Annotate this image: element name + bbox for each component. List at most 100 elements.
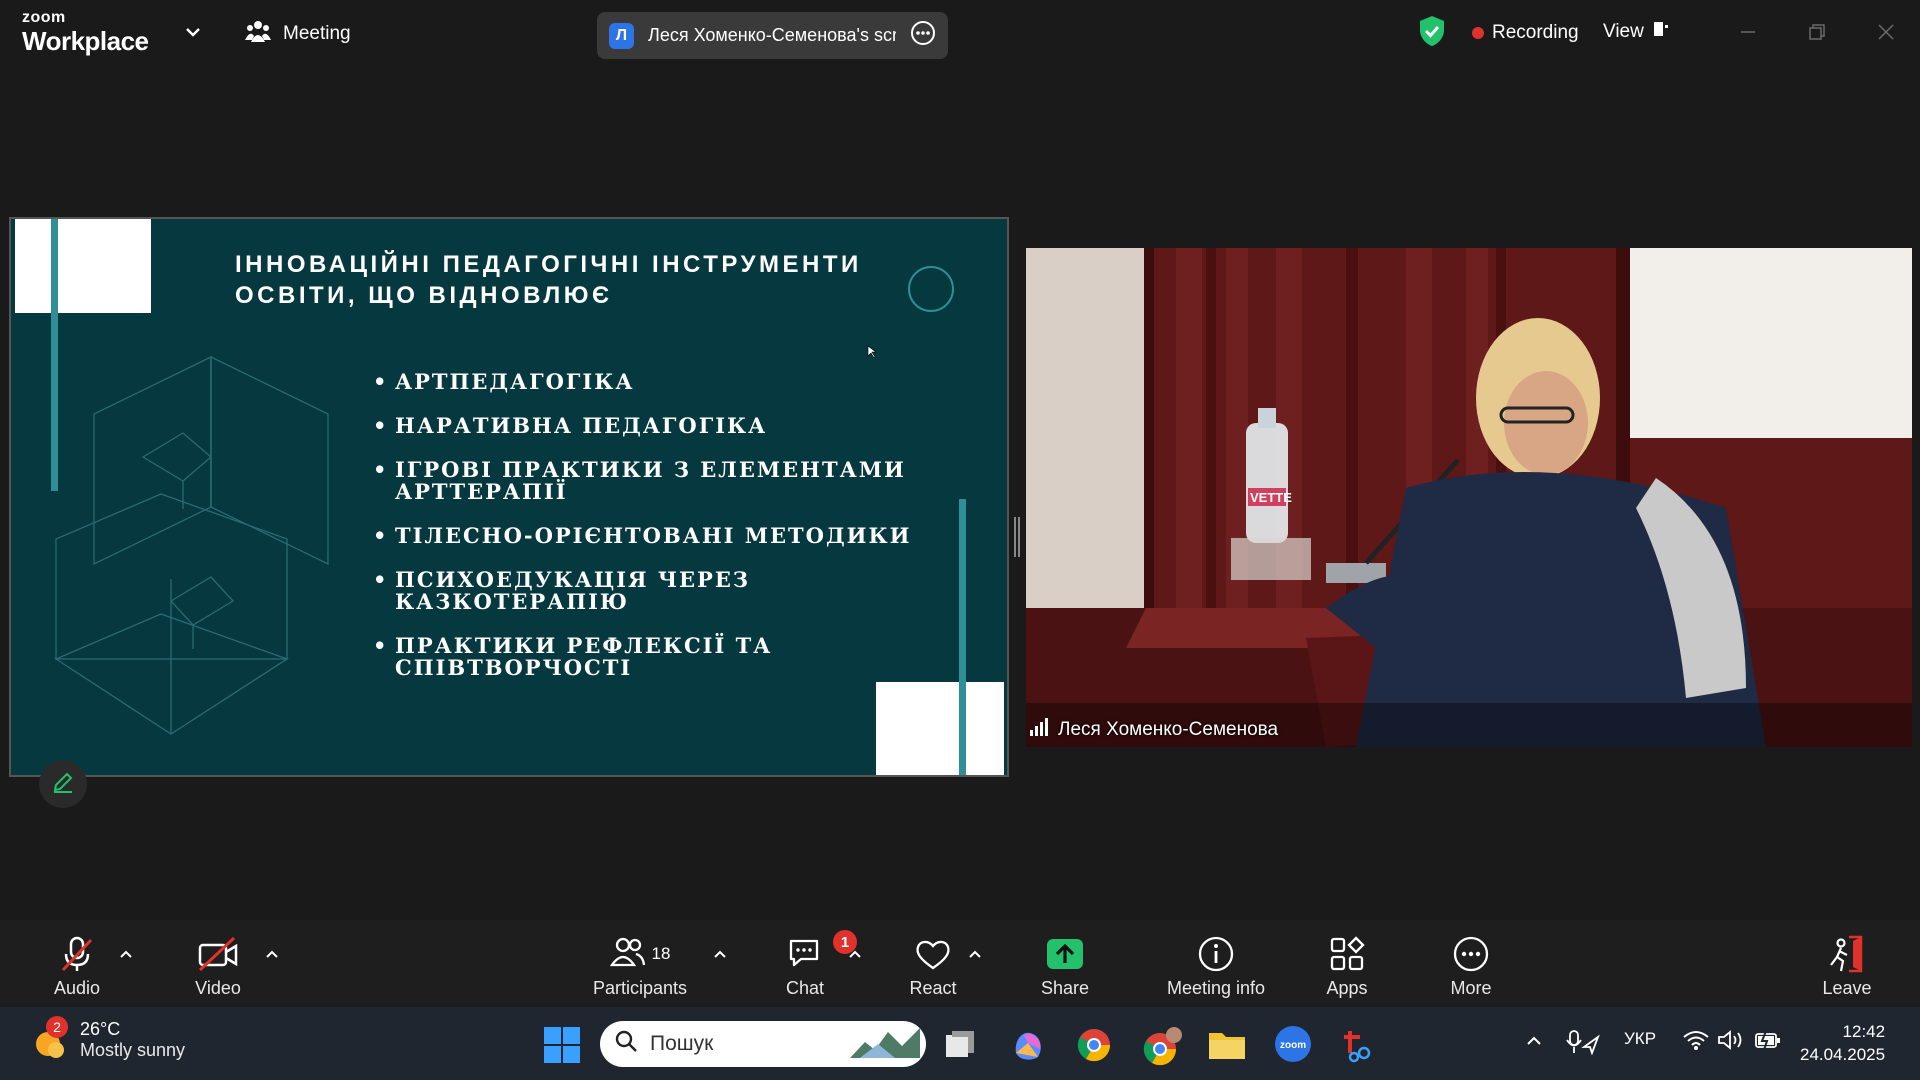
slide-bullet-list: АРТПЕДАГОГІКА НАРАТИВНА ПЕДАГОГІКА ІГРОВ… [373,371,973,701]
meeting-menu-button[interactable]: Meeting [245,18,351,50]
weather-widget[interactable]: 2 26°C Mostly sunny [28,1016,186,1061]
chat-icon-wrap: 1 [787,930,857,974]
mouse-cursor-icon [867,345,877,359]
chat-options-caret-icon[interactable] [846,946,864,964]
battery-icon[interactable] [1754,1029,1782,1056]
search-icon [614,1029,638,1059]
taskbar-clock[interactable]: 12:42 24.04.2025 [1800,1020,1885,1066]
copilot-icon[interactable] [1010,1027,1046,1068]
slide-bullet-item: ПСИХОЕДУКАЦІЯ ЧЕРЕЗ КАЗКОТЕРАПІЮ [373,569,973,613]
audio-button[interactable]: Audio [38,920,116,1007]
leave-icon [1827,934,1867,974]
more-dots-icon [1452,934,1490,974]
show-hidden-icons-icon[interactable] [1524,1031,1544,1056]
slide-title-line-1: ІННОВАЦІЙНІ ПЕДАГОГІЧНІ ІНСТРУМЕНТИ [235,251,862,278]
heart-icon [914,934,952,974]
annotate-button[interactable] [39,760,87,808]
video-label: Video [195,978,241,998]
apps-label: Apps [1326,978,1368,998]
react-button[interactable]: React [896,920,970,1007]
leave-label: Leave [1822,978,1872,998]
shared-slide[interactable]: ІННОВАЦІЙНІ ПЕДАГОГІЧНІ ІНСТРУМЕНТИ ОСВІ… [9,217,1009,777]
more-options-icon[interactable] [910,20,936,51]
weather-temperature: 26°C [80,1019,121,1039]
windows-start-icon[interactable] [544,1027,580,1068]
file-explorer-icon[interactable] [1208,1029,1246,1066]
participants-icon [609,935,646,974]
audio-options-caret-icon[interactable] [117,946,135,964]
logo-workplace-text: Workplace [22,26,149,56]
meeting-label: Meeting [283,23,351,44]
slide-title: ІННОВАЦІЙНІ ПЕДАГОГІЧНІ ІНСТРУМЕНТИ ОСВІ… [235,249,875,311]
weather-sun-icon: 2 [28,1016,68,1060]
clock-date: 24.04.2025 [1800,1045,1886,1064]
pencil-icon [51,770,75,799]
participants-count: 18 [651,944,671,963]
wifi-icon[interactable] [1683,1029,1709,1056]
speaker-video[interactable]: VETTE [1026,248,1912,747]
task-view-icon[interactable] [944,1029,976,1066]
signal-strength-icon [1030,718,1050,742]
meeting-toolbar: Audio Video 18 Participants 1 Chat React… [0,920,1920,1007]
splitter-handle[interactable] [1013,517,1021,557]
mic-muted-icon [57,934,97,974]
input-language[interactable]: УКР [1624,1029,1656,1049]
share-button[interactable]: Share [1028,920,1102,1007]
clock-time: 12:42 [1842,1022,1886,1041]
chat-icon [787,935,823,974]
info-icon [1197,934,1235,974]
video-button[interactable]: Video [178,920,258,1007]
chat-button[interactable]: 1 Chat [768,920,857,1007]
react-label: React [909,978,957,998]
more-button[interactable]: More [1434,920,1508,1007]
zoom-taskbar-icon[interactable]: zoom [1274,1025,1312,1068]
recording-dot-icon [1472,27,1484,39]
participants-label: Participants [592,978,688,998]
encryption-shield-icon[interactable] [1417,14,1447,48]
participant-name-tag: Леся Хоменко-Семенова [1030,718,1278,742]
title-bar: zoom Workplace Meeting Л Леся Хоменко-Се… [0,0,1920,67]
chrome-icon[interactable] [1076,1027,1112,1068]
weather-description: Mostly sunny [80,1040,186,1060]
close-icon[interactable] [1866,14,1906,50]
react-options-caret-icon[interactable] [966,946,984,964]
leave-button[interactable]: Leave [1810,920,1884,1007]
microphone-location-icon[interactable] [1566,1029,1600,1060]
recording-indicator[interactable]: Recording [1472,22,1579,44]
minimize-icon[interactable] [1728,14,1768,50]
slide-bullet-item: ПРАКТИКИ РЕФЛЕКСІЇ ТА СПІВТВОРЧОСТІ [373,635,973,679]
volume-icon[interactable] [1717,1029,1745,1056]
apps-icon [1328,934,1366,974]
svg-text:zoom: zoom [1280,1040,1306,1051]
chat-label: Chat [785,978,825,998]
restore-icon[interactable] [1797,14,1837,50]
recording-label: Recording [1492,22,1579,43]
slide-bullet-item: ІГРОВІ ПРАКТИКИ З ЕЛЕМЕНТАМИ АРТТЕРАПІЇ [373,459,973,503]
participants-button[interactable]: 18 Participants [588,920,692,1007]
slide-title-line-2: ОСВІТИ, ЩО ВІДНОВЛЮЄ [235,282,613,309]
meeting-info-button[interactable]: Meeting info [1152,920,1280,1007]
participants-options-caret-icon[interactable] [711,946,729,964]
apps-button[interactable]: Apps [1310,920,1384,1007]
participant-name: Леся Хоменко-Семенова [1058,719,1279,740]
meeting-info-label: Meeting info [1166,978,1266,998]
windows-taskbar: 2 26°C Mostly sunny Пошук zoom УКР 12:42… [0,1007,1920,1080]
view-button[interactable]: View [1603,20,1670,44]
snipping-tool-icon[interactable] [1340,1027,1376,1068]
chrome-profile-icon[interactable] [1142,1027,1182,1072]
bottle-label: VETTE [1250,490,1292,505]
view-label: View [1603,21,1644,42]
speaker-video-frame: VETTE [1026,248,1912,747]
weather-notification-badge: 2 [46,1016,68,1038]
share-label: Share [1040,978,1090,998]
search-placeholder: Пошук [650,1032,714,1055]
taskbar-search[interactable]: Пошук [600,1021,926,1067]
video-off-icon [196,934,240,974]
sharer-avatar: Л [609,22,634,49]
slide-bullet-item: ТІЛЕСНО-ОРІЄНТОВАНІ МЕТОДИКИ [373,525,973,548]
screen-share-indicator[interactable]: Л Леся Хоменко-Семенова's screen [597,12,948,59]
chevron-down-icon[interactable] [183,22,203,42]
slide-bullet-item: НАРАТИВНА ПЕДАГОГІКА [373,415,973,438]
video-options-caret-icon[interactable] [263,946,281,964]
share-arrow-icon [1046,934,1084,974]
